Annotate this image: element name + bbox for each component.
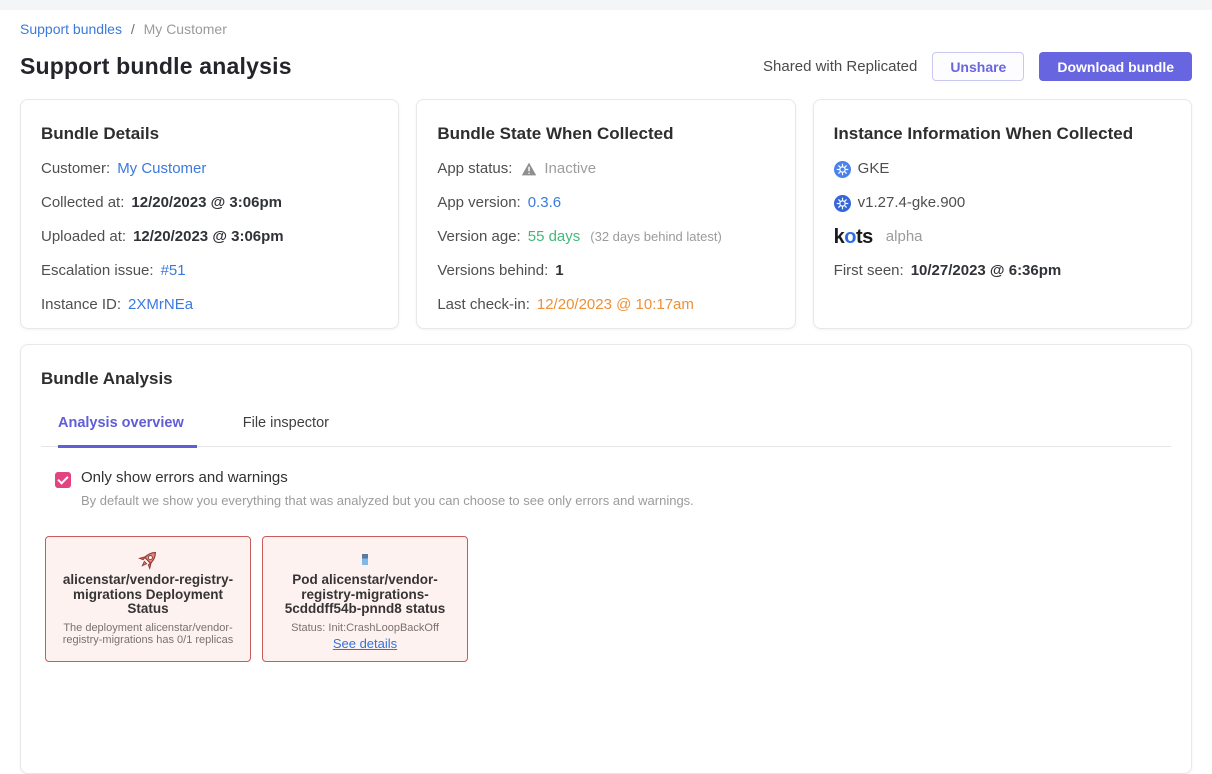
version-age-value: 55 days: [528, 227, 581, 247]
tab-file-inspector[interactable]: File inspector: [243, 415, 329, 446]
error-title: alicenstar/vendor-registry-migrations De…: [54, 573, 242, 617]
error-title: Pod alicenstar/vendor-registry-migration…: [271, 573, 459, 617]
warning-icon: [521, 162, 537, 176]
app-version-link[interactable]: 0.3.6: [528, 193, 561, 213]
first-seen-value: 10/27/2023 @ 6:36pm: [911, 261, 1062, 281]
version-age-row: Version age: 55 days (32 days behind lat…: [437, 227, 774, 247]
kubernetes-icon: [834, 195, 851, 212]
page-top-strip: [0, 0, 1212, 10]
versions-behind-row: Versions behind: 1: [437, 261, 774, 281]
instance-info-card: Instance Information When Collected GKE …: [813, 99, 1192, 329]
k8s-version-row: v1.27.4-gke.900: [834, 193, 1171, 213]
distribution-row: GKE: [834, 159, 1171, 179]
shared-status-text: Shared with Replicated: [763, 58, 917, 75]
kots-logo: kots: [834, 227, 873, 247]
analysis-tabs: Analysis overview File inspector: [41, 415, 1171, 447]
filter-text: Only show errors and warnings By default…: [81, 469, 694, 508]
version-age-note: (32 days behind latest): [590, 227, 722, 247]
escalation-issue-row: Escalation issue: #51: [41, 261, 378, 281]
instance-id-link[interactable]: 2XMrNEa: [128, 295, 193, 315]
kubernetes-icon: [834, 161, 851, 178]
kots-channel: alpha: [886, 227, 923, 247]
first-seen-label: First seen:: [834, 261, 904, 281]
bundle-state-title: Bundle State When Collected: [437, 124, 774, 144]
rocket-icon: [54, 546, 242, 573]
bundle-state-card: Bundle State When Collected App status: …: [416, 99, 795, 329]
uploaded-at-row: Uploaded at: 12/20/2023 @ 3:06pm: [41, 227, 378, 247]
distribution-value: GKE: [858, 159, 890, 179]
page-title: Support bundle analysis: [20, 53, 292, 80]
instance-info-title: Instance Information When Collected: [834, 124, 1171, 144]
error-message: Status: Init:CrashLoopBackOff: [271, 622, 459, 635]
collected-at-value: 12/20/2023 @ 3:06pm: [131, 193, 282, 213]
last-checkin-label: Last check-in:: [437, 295, 530, 315]
errors-warnings-filter: Only show errors and warnings By default…: [55, 469, 1171, 508]
customer-link[interactable]: My Customer: [117, 159, 206, 179]
kots-row: kots alpha: [834, 227, 1171, 247]
filter-description: By default we show you everything that w…: [81, 493, 694, 508]
header-actions: Shared with Replicated Unshare Download …: [763, 52, 1192, 81]
collected-at-row: Collected at: 12/20/2023 @ 3:06pm: [41, 193, 378, 213]
bundle-analysis-panel: Bundle Analysis Analysis overview File i…: [20, 344, 1192, 774]
see-details-link[interactable]: See details: [333, 636, 397, 651]
customer-label: Customer:: [41, 159, 110, 179]
analysis-error-card-deployment: alicenstar/vendor-registry-migrations De…: [45, 536, 251, 662]
breadcrumb-separator: /: [131, 21, 135, 37]
uploaded-at-label: Uploaded at:: [41, 227, 126, 247]
app-version-row: App version: 0.3.6: [437, 193, 774, 213]
only-errors-checkbox-label[interactable]: Only show errors and warnings: [81, 469, 694, 486]
page-content: Support bundles / My Customer Support bu…: [0, 21, 1212, 774]
versions-behind-label: Versions behind:: [437, 261, 548, 281]
summary-cards: Bundle Details Customer: My Customer Col…: [20, 99, 1192, 329]
breadcrumb-current: My Customer: [144, 21, 227, 37]
escalation-issue-link[interactable]: #51: [161, 261, 186, 281]
app-status-label: App status:: [437, 159, 512, 179]
page-header: Support bundle analysis Shared with Repl…: [20, 52, 1192, 81]
version-age-label: Version age:: [437, 227, 520, 247]
error-message: The deployment alicenstar/vendor-registr…: [54, 622, 242, 647]
bundle-details-card: Bundle Details Customer: My Customer Col…: [20, 99, 399, 329]
breadcrumb: Support bundles / My Customer: [20, 21, 1192, 37]
last-checkin-row: Last check-in: 12/20/2023 @ 10:17am: [437, 295, 774, 315]
collected-at-label: Collected at:: [41, 193, 124, 213]
tab-analysis-overview[interactable]: Analysis overview: [58, 415, 197, 448]
app-status-value: Inactive: [544, 159, 596, 179]
escalation-issue-label: Escalation issue:: [41, 261, 154, 281]
last-checkin-value: 12/20/2023 @ 10:17am: [537, 295, 694, 315]
analysis-error-card-pod-status: Pod alicenstar/vendor-registry-migration…: [262, 536, 468, 662]
uploaded-at-value: 12/20/2023 @ 3:06pm: [133, 227, 284, 247]
download-bundle-button[interactable]: Download bundle: [1039, 52, 1192, 81]
breadcrumb-link-support-bundles[interactable]: Support bundles: [20, 21, 122, 37]
instance-id-row: Instance ID: 2XMrNEa: [41, 295, 378, 315]
first-seen-row: First seen: 10/27/2023 @ 6:36pm: [834, 261, 1171, 281]
customer-row: Customer: My Customer: [41, 159, 378, 179]
only-errors-checkbox[interactable]: [55, 472, 71, 488]
broken-image-icon: [271, 546, 459, 573]
app-version-label: App version:: [437, 193, 520, 213]
k8s-version-value: v1.27.4-gke.900: [858, 193, 966, 213]
versions-behind-value: 1: [555, 261, 563, 281]
bundle-details-title: Bundle Details: [41, 124, 378, 144]
analysis-results: alicenstar/vendor-registry-migrations De…: [45, 536, 1171, 662]
unshare-button[interactable]: Unshare: [932, 52, 1024, 81]
app-status-row: App status: Inactive: [437, 159, 774, 179]
instance-id-label: Instance ID:: [41, 295, 121, 315]
bundle-analysis-title: Bundle Analysis: [41, 369, 1171, 389]
